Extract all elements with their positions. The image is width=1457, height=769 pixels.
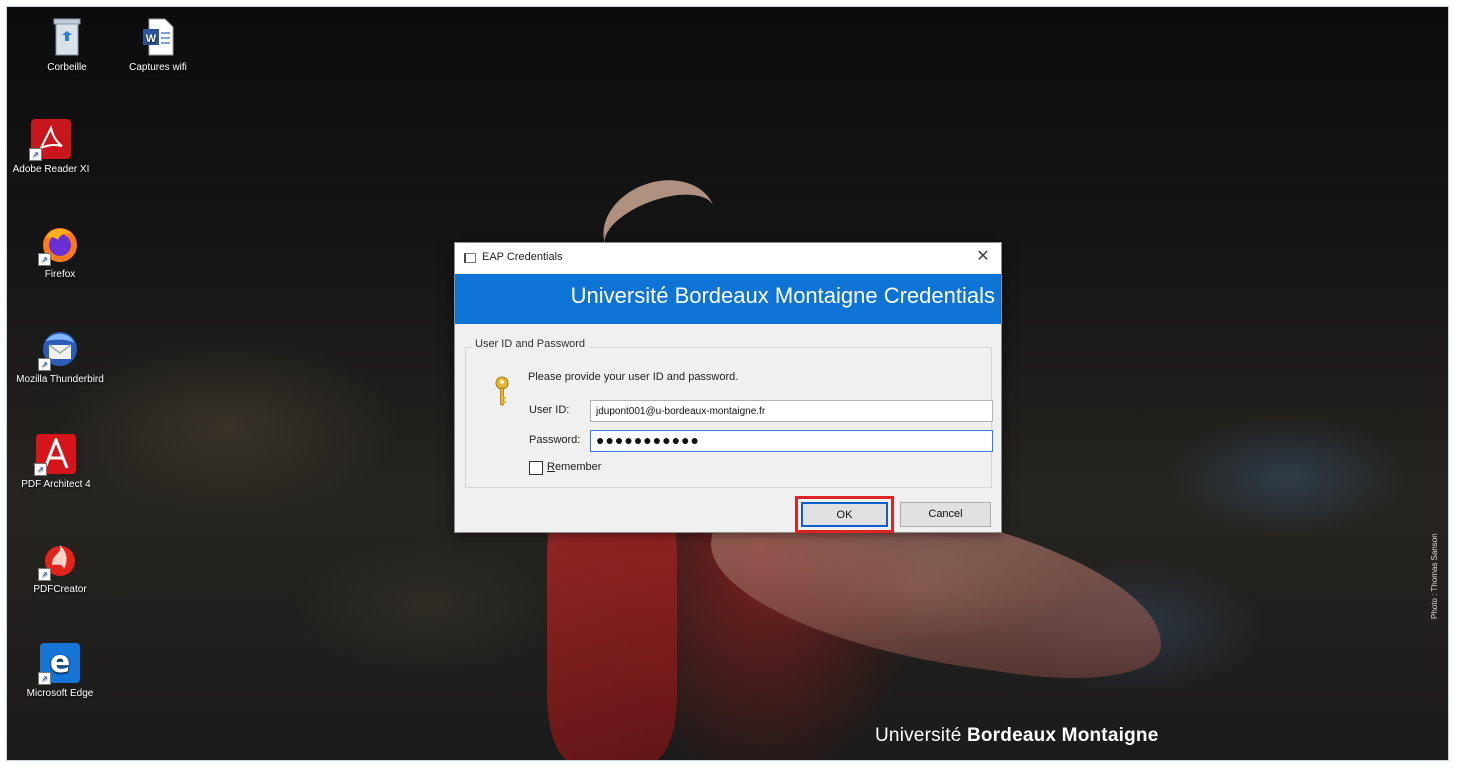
password-input[interactable]: ●●●●●●●●●●● <box>590 430 993 452</box>
remember-label-rest: emember <box>554 461 602 473</box>
desktop-icon-label: Corbeille <box>47 62 87 73</box>
shortcut-arrow-icon: ↗ <box>38 253 51 266</box>
word-document-icon: W <box>138 17 178 57</box>
dialog-titlebar[interactable]: EAP Credentials ✕ <box>455 243 1001 273</box>
desktop-icon-firefox[interactable]: ↗ Firefox <box>15 224 105 281</box>
pdfcreator-icon: ↗ <box>38 539 80 581</box>
userid-input[interactable] <box>590 400 993 422</box>
desktop-icon-label: Mozilla Thunderbird <box>16 374 104 385</box>
shortcut-arrow-icon: ↗ <box>29 148 42 161</box>
desktop-icon-pdfcreator[interactable]: ↗ PDFCreator <box>15 539 105 596</box>
group-label: User ID and Password <box>472 338 589 350</box>
instruction-text: Please provide your user ID and password… <box>528 371 739 383</box>
svg-text:W: W <box>146 33 157 45</box>
desktop-icon-adobe-reader[interactable]: ↗ Adobe Reader XI <box>7 119 96 176</box>
userid-password-group: User ID and Password Please provide your… <box>465 338 993 488</box>
photo-credit: Photo : Thomas Sanson <box>1430 533 1439 619</box>
desktop-icon-label: PDFCreator <box>33 584 87 595</box>
shortcut-arrow-icon: ↗ <box>38 568 51 581</box>
adobe-reader-icon: ↗ <box>29 119 71 161</box>
desktop-icon-label: Adobe Reader XI <box>12 164 90 175</box>
remember-checkbox[interactable] <box>529 461 543 475</box>
userid-label: User ID: <box>529 404 570 416</box>
credentials-banner: Université Bordeaux Montaigne Credential… <box>455 274 1001 324</box>
desktop-icon-corbeille[interactable]: Corbeille <box>22 17 112 74</box>
thunderbird-icon: ↗ <box>38 329 80 371</box>
password-label: Password: <box>529 434 581 446</box>
watermark-regular: Université <box>875 725 967 746</box>
ok-button[interactable]: OK <box>795 496 894 533</box>
pdf-architect-icon: ↗ <box>34 434 76 476</box>
university-watermark: Université Bordeaux Montaigne <box>875 725 1158 747</box>
shortcut-arrow-icon: ↗ <box>34 463 47 476</box>
desktop-icon-label: Microsoft Edge <box>26 688 94 699</box>
cancel-button[interactable]: Cancel <box>900 502 991 527</box>
remember-label[interactable]: Remember <box>547 461 601 473</box>
credentials-window-icon <box>464 253 476 263</box>
firefox-icon: ↗ <box>38 224 80 266</box>
desktop-icon-label: PDF Architect 4 <box>21 479 91 490</box>
watermark-bold: Bordeaux Montaigne <box>966 725 1159 746</box>
dialog-title: EAP Credentials <box>482 251 563 263</box>
remember-access-key: R <box>547 461 555 473</box>
desktop-icon-label: Captures wifi <box>129 62 187 73</box>
shortcut-arrow-icon: ↗ <box>38 358 51 371</box>
desktop-icon-thunderbird[interactable]: ↗ Mozilla Thunderbird <box>15 329 105 386</box>
desktop-icon-pdf-architect[interactable]: ↗ PDF Architect 4 <box>11 434 101 491</box>
close-button[interactable]: ✕ <box>973 247 993 267</box>
key-icon <box>495 376 509 406</box>
recycle-bin-icon <box>47 17 87 57</box>
edge-icon: e ↗ <box>38 643 80 685</box>
shortcut-arrow-icon: ↗ <box>38 672 51 685</box>
desktop-icon-captures-wifi[interactable]: W Captures wifi <box>113 17 203 74</box>
desktop-icon-edge[interactable]: e ↗ Microsoft Edge <box>15 643 105 700</box>
desktop-icon-label: Firefox <box>44 269 76 280</box>
eap-credentials-dialog: EAP Credentials ✕ Université Bordeaux Mo… <box>454 242 1002 533</box>
